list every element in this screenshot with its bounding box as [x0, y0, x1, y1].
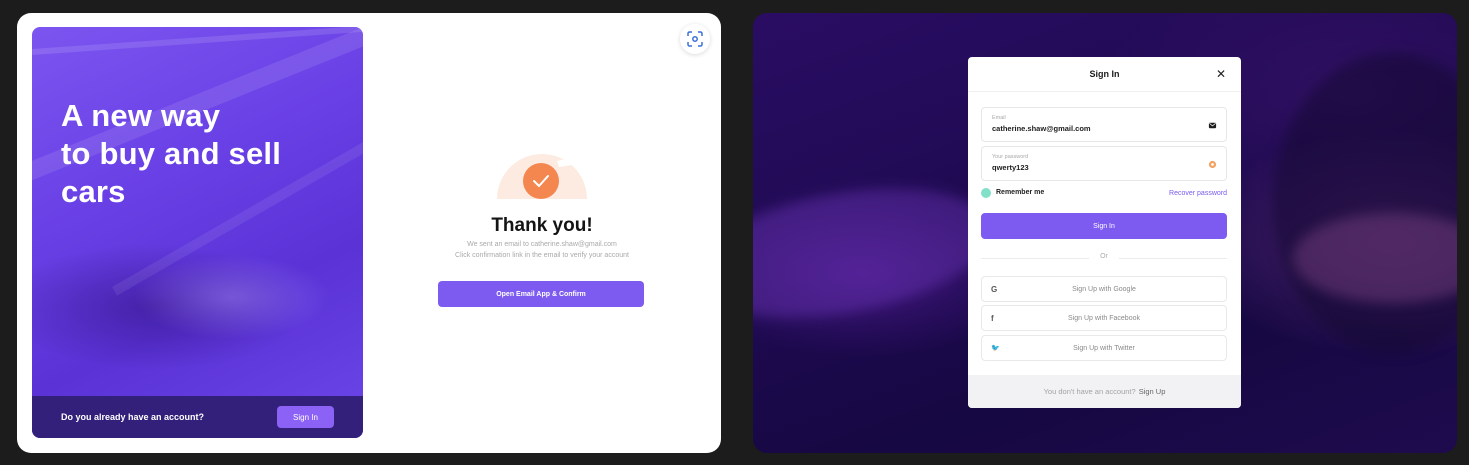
- facebook-signup-label: Sign Up with Facebook: [1068, 314, 1140, 322]
- modal-title: Sign In: [1089, 69, 1120, 79]
- password-field[interactable]: Your password qwerty123: [981, 146, 1227, 181]
- show-password-icon[interactable]: [1208, 160, 1217, 169]
- thanks-instruction: Click confirmation link in the email to …: [455, 252, 629, 259]
- remember-label: Remember me: [996, 189, 1045, 196]
- remember-row: Remember me Recover password: [981, 187, 1227, 199]
- success-check-icon: [497, 154, 587, 199]
- divider-line: [1119, 258, 1227, 259]
- hero-title: A new way to buy and sell cars: [61, 98, 282, 209]
- mail-icon: [1208, 122, 1217, 129]
- scan-button[interactable]: [680, 24, 710, 54]
- no-account-text: You don't have an account?: [1043, 387, 1136, 396]
- hero-panel: A new way to buy and sell cars Do you al…: [32, 27, 363, 438]
- password-value: qwerty123: [992, 163, 1029, 172]
- password-label: Your password: [992, 154, 1029, 160]
- modal-header: Sign In ✕: [968, 57, 1241, 92]
- thanks-message: We sent an email to catherine.shaw@gmail…: [467, 241, 617, 248]
- email-field[interactable]: Email catherine.shaw@gmail.com: [981, 107, 1227, 142]
- google-signup-button[interactable]: G Sign Up with Google: [981, 276, 1227, 302]
- confirmation-screen: A new way to buy and sell cars Do you al…: [17, 13, 721, 453]
- account-question: Do you already have an account?: [61, 412, 205, 422]
- or-divider: Or: [981, 253, 1227, 263]
- thanks-heading: Thank you!: [491, 215, 593, 236]
- facebook-icon: f: [991, 314, 994, 323]
- background-blur: [753, 167, 1002, 339]
- remember-checkbox[interactable]: [981, 188, 991, 198]
- close-icon[interactable]: ✕: [1214, 67, 1228, 81]
- twitter-icon: 🐦: [991, 345, 1000, 352]
- signin-screen: Sign In ✕ Email catherine.shaw@gmail.com…: [753, 13, 1457, 453]
- email-value: catherine.shaw@gmail.com: [992, 124, 1091, 133]
- signup-link[interactable]: Sign Up: [1139, 387, 1166, 396]
- facebook-signup-button[interactable]: f Sign Up with Facebook: [981, 305, 1227, 331]
- background-blur: [1273, 53, 1457, 353]
- twitter-signup-label: Sign Up with Twitter: [1073, 344, 1135, 352]
- hero-signin-button[interactable]: Sign In: [277, 406, 334, 428]
- hero-footer: Do you already have an account? Sign In: [32, 396, 363, 438]
- modal-footer: You don't have an account? Sign Up: [968, 375, 1241, 408]
- recover-password-link[interactable]: Recover password: [1169, 190, 1227, 197]
- open-email-confirm-button[interactable]: Open Email App & Confirm: [438, 281, 644, 307]
- twitter-signup-button[interactable]: 🐦 Sign Up with Twitter: [981, 335, 1227, 361]
- scan-icon: [687, 31, 703, 47]
- signin-button[interactable]: Sign In: [981, 213, 1227, 239]
- signin-modal: Sign In ✕ Email catherine.shaw@gmail.com…: [968, 57, 1241, 408]
- google-signup-label: Sign Up with Google: [1072, 285, 1136, 293]
- email-label: Email: [992, 115, 1006, 121]
- google-icon: G: [991, 285, 998, 294]
